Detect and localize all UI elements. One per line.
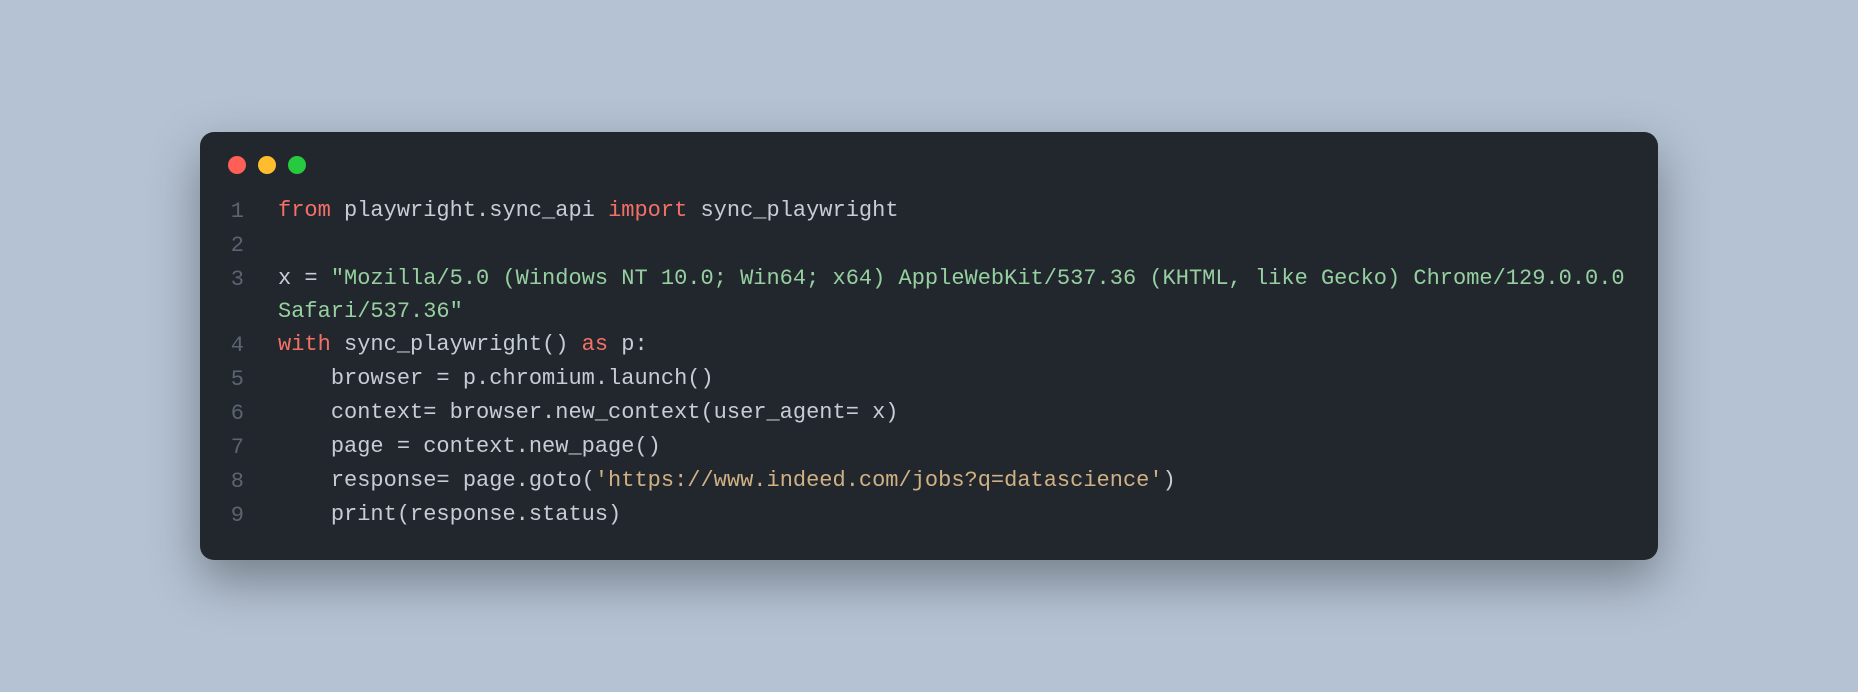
code-token: with [278, 332, 344, 357]
code-content: with sync_playwright() as p: [262, 328, 1630, 361]
line-number: 5 [228, 362, 262, 396]
line-number: 3 [228, 262, 262, 296]
code-token: p: [621, 332, 647, 357]
line-number: 1 [228, 194, 262, 228]
code-token: playwright.sync_api [344, 198, 608, 223]
code-token: sync_playwright [700, 198, 898, 223]
code-line: 3x = "Mozilla/5.0 (Windows NT 10.0; Win6… [228, 262, 1630, 328]
code-line: 9 print(response.status) [228, 498, 1630, 532]
line-number: 8 [228, 464, 262, 498]
code-content: context= browser.new_context(user_agent=… [262, 396, 1630, 429]
code-token: browser = p.chromium.launch() [278, 366, 714, 391]
code-line: 5 browser = p.chromium.launch() [228, 362, 1630, 396]
line-number: 6 [228, 396, 262, 430]
code-line: 4with sync_playwright() as p: [228, 328, 1630, 362]
code-line: 7 page = context.new_page() [228, 430, 1630, 464]
code-token: print(response.status) [278, 502, 621, 527]
line-number: 2 [228, 228, 262, 262]
code-editor: 1from playwright.sync_api import sync_pl… [200, 186, 1658, 532]
code-token: from [278, 198, 344, 223]
line-number: 4 [228, 328, 262, 362]
line-number: 9 [228, 498, 262, 532]
code-content: response= page.goto('https://www.indeed.… [262, 464, 1630, 497]
code-token: as [582, 332, 622, 357]
code-token: 'https://www.indeed.com/jobs?q=datascien… [595, 468, 1163, 493]
code-token: response= page.goto( [278, 468, 595, 493]
code-token: import [608, 198, 700, 223]
line-number: 7 [228, 430, 262, 464]
code-content: page = context.new_page() [262, 430, 1630, 463]
code-token: "Mozilla/5.0 (Windows NT 10.0; Win64; x6… [278, 266, 1638, 324]
window-titlebar [200, 132, 1658, 186]
code-token: x = [278, 266, 331, 291]
code-content: from playwright.sync_api import sync_pla… [262, 194, 1630, 227]
code-line: 1from playwright.sync_api import sync_pl… [228, 194, 1630, 228]
code-content: x = "Mozilla/5.0 (Windows NT 10.0; Win64… [262, 262, 1630, 328]
minimize-icon[interactable] [258, 156, 276, 174]
code-line: 8 response= page.goto('https://www.indee… [228, 464, 1630, 498]
code-line: 6 context= browser.new_context(user_agen… [228, 396, 1630, 430]
code-content [262, 228, 1630, 261]
code-content: browser = p.chromium.launch() [262, 362, 1630, 395]
code-token: sync_playwright() [344, 332, 582, 357]
code-token: context= browser.new_context(user_agent=… [278, 400, 899, 425]
code-token: ) [1163, 468, 1176, 493]
code-token: page = context.new_page() [278, 434, 661, 459]
close-icon[interactable] [228, 156, 246, 174]
code-content: print(response.status) [262, 498, 1630, 531]
zoom-icon[interactable] [288, 156, 306, 174]
code-window: 1from playwright.sync_api import sync_pl… [200, 132, 1658, 560]
code-line: 2 [228, 228, 1630, 262]
